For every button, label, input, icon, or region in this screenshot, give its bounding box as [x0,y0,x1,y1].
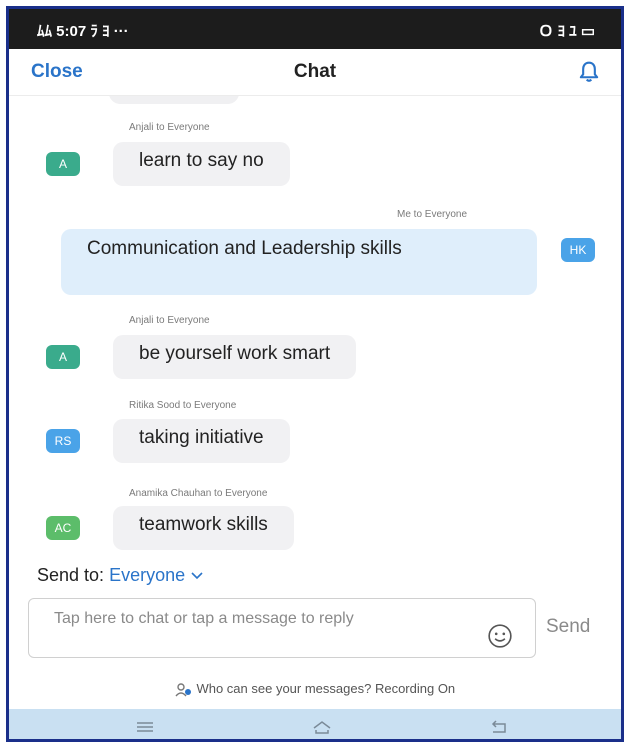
send-to-target[interactable]: Everyone [109,565,185,585]
message-bubble-me[interactable]: Communication and Leadership skills [61,229,537,295]
people-icon [175,682,191,697]
message-bubble[interactable]: learn to say no [113,142,290,186]
recording-notice[interactable]: Who can see your messages? Recording On [9,681,621,697]
page-title: Chat [293,61,337,82]
status-right: Ｏ ﾖ ﾕ ▭ [538,23,595,40]
message-bubble[interactable]: taking initiative [113,419,290,463]
send-to-selector[interactable]: Send to: Everyone [37,565,204,586]
message-bubble[interactable]: teamwork skills [113,506,294,550]
chat-input-placeholder: Tap here to chat or tap a message to rep… [54,610,354,627]
status-bar: ﾑﾑ 5:07 ﾗ ﾖ ··· Ｏ ﾖ ﾕ ▭ [9,9,621,49]
smiley-icon[interactable] [487,623,513,649]
chat-input[interactable]: Tap here to chat or tap a message to rep… [28,598,536,658]
menu-icon[interactable] [133,715,157,739]
message-sender: Me to Everyone [397,209,468,220]
avatar: AC [46,516,80,540]
chat-header: Close Chat [9,49,621,96]
chevron-down-icon[interactable] [190,571,204,581]
message-sender: Anjali to Everyone [129,122,210,133]
previous-message-bubble[interactable] [109,96,239,104]
notice-text: Who can see your messages? Recording On [196,681,456,696]
back-icon[interactable] [487,715,511,739]
home-icon[interactable] [310,715,334,739]
message-sender: Ritika Sood to Everyone [129,400,237,411]
bell-icon[interactable] [575,58,603,86]
phone-frame: ﾑﾑ 5:07 ﾗ ﾖ ··· Ｏ ﾖ ﾕ ▭ Close Chat Anjal… [6,6,624,742]
message-bubble[interactable]: be yourself work smart [113,335,357,379]
avatar: HK [561,238,595,262]
send-to-label: Send to: [37,565,105,585]
message-sender: Anjali to Everyone [129,315,210,326]
avatar: A [46,152,80,176]
avatar: A [46,345,80,369]
chat-messages[interactable]: Anjali to Everyone A learn to say no Me … [9,96,621,554]
navigation-bar [9,709,621,739]
message-sender: Anamika Chauhan to Everyone [129,488,268,499]
send-button[interactable]: Send [546,616,590,638]
status-left: ﾑﾑ 5:07 ﾗ ﾖ ··· [37,23,129,40]
avatar: RS [46,429,80,453]
